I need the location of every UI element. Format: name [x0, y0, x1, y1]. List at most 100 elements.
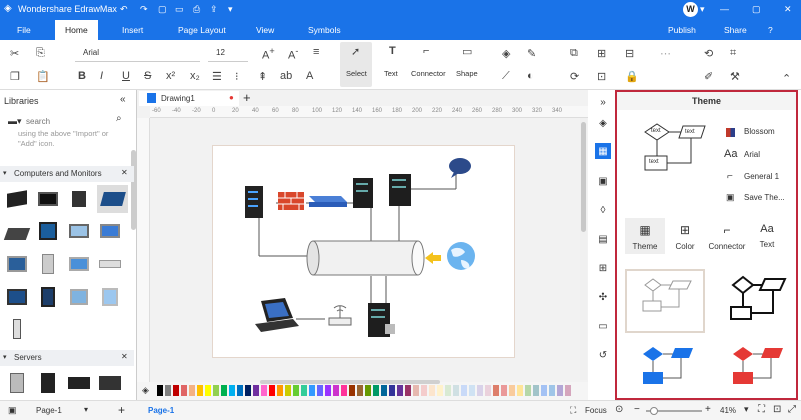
- computer-shape[interactable]: [4, 286, 29, 308]
- minimize-button[interactable]: —: [720, 4, 729, 14]
- server-shape[interactable]: [4, 372, 29, 394]
- color-swatch[interactable]: [349, 385, 355, 396]
- add-tab-button[interactable]: +: [243, 90, 251, 105]
- color-swatch[interactable]: [429, 385, 435, 396]
- text-tool[interactable]: T Text: [378, 42, 410, 87]
- color-swatch[interactable]: [197, 385, 203, 396]
- color-swatch[interactable]: [277, 385, 283, 396]
- color-swatch[interactable]: [181, 385, 187, 396]
- italic-icon[interactable]: I: [100, 70, 103, 82]
- zoom-menu-icon[interactable]: ▾: [744, 404, 749, 415]
- paste-icon[interactable]: 📋: [36, 70, 50, 83]
- size-icon[interactable]: ⋯: [660, 47, 671, 60]
- color-swatch[interactable]: [261, 385, 267, 396]
- color-swatch[interactable]: [309, 385, 315, 396]
- color-swatch[interactable]: [165, 385, 171, 396]
- color-swatch[interactable]: [373, 385, 379, 396]
- computer-shape[interactable]: [97, 220, 122, 242]
- increase-font-icon[interactable]: A+: [262, 46, 275, 62]
- close-button[interactable]: ✕: [784, 4, 792, 15]
- layers-icon[interactable]: ◊: [595, 202, 611, 218]
- search-icon[interactable]: ⌕: [116, 113, 122, 124]
- color-swatch[interactable]: [173, 385, 179, 396]
- theme-card-red[interactable]: [713, 342, 793, 397]
- align-objects-icon[interactable]: ⊟: [625, 47, 634, 60]
- line-color-icon[interactable]: ✎: [527, 47, 536, 60]
- page-layout-icon[interactable]: ▣: [8, 405, 17, 416]
- zoom-slider[interactable]: [646, 407, 702, 415]
- edit-icon[interactable]: ✐: [704, 70, 713, 83]
- computer-shape[interactable]: [97, 253, 122, 275]
- theme-option-blossom[interactable]: Blossom: [724, 127, 794, 139]
- focus-button[interactable]: Focus: [585, 406, 607, 415]
- maximize-button[interactable]: ▢: [752, 4, 761, 15]
- arrange-icon[interactable]: ⧉: [570, 47, 578, 60]
- computer-shape[interactable]: [35, 286, 60, 308]
- color-swatch[interactable]: [253, 385, 259, 396]
- color-swatch[interactable]: [461, 385, 467, 396]
- color-swatch[interactable]: [221, 385, 227, 396]
- history-icon[interactable]: ↺: [595, 347, 611, 363]
- more-icon[interactable]: ▾: [228, 4, 233, 15]
- library-search-input[interactable]: [26, 114, 112, 128]
- collapse-ribbon-icon[interactable]: ⌃: [782, 72, 791, 85]
- computer-shape[interactable]: [97, 286, 122, 308]
- font-color-icon[interactable]: A: [306, 70, 313, 82]
- superscript-icon[interactable]: x²: [166, 70, 175, 82]
- menu-page-layout[interactable]: Page Layout: [178, 25, 226, 35]
- strikethrough-icon[interactable]: S: [144, 70, 151, 82]
- tab-connector[interactable]: ⌐ Connector: [706, 220, 748, 251]
- presentation-icon[interactable]: ▭: [595, 318, 611, 334]
- color-swatch[interactable]: [325, 385, 331, 396]
- color-swatch[interactable]: [485, 385, 491, 396]
- color-swatch[interactable]: [541, 385, 547, 396]
- computer-shape[interactable]: [4, 318, 29, 340]
- mind-map-icon[interactable]: ✣: [595, 289, 611, 305]
- color-swatch[interactable]: [469, 385, 475, 396]
- publish-button[interactable]: Publish: [668, 25, 696, 35]
- color-swatch[interactable]: [317, 385, 323, 396]
- menu-home[interactable]: Home: [55, 20, 98, 40]
- menu-file[interactable]: File: [17, 25, 31, 35]
- color-swatch[interactable]: [341, 385, 347, 396]
- add-page-button[interactable]: +: [118, 403, 125, 417]
- color-swatch[interactable]: [453, 385, 459, 396]
- color-swatch[interactable]: [413, 385, 419, 396]
- open-folder-icon[interactable]: ▭: [175, 4, 184, 15]
- fill-icon[interactable]: ◈: [595, 115, 611, 131]
- line-spacing-icon[interactable]: ☰: [212, 70, 222, 83]
- replace-icon[interactable]: ⟲: [704, 47, 713, 60]
- color-swatch[interactable]: [557, 385, 563, 396]
- computer-shape-selected[interactable]: [97, 185, 128, 213]
- bullet-list-icon[interactable]: ⁝: [235, 70, 239, 83]
- color-swatch[interactable]: [269, 385, 275, 396]
- focus-icon[interactable]: ⛶: [570, 405, 576, 416]
- color-swatch[interactable]: [397, 385, 403, 396]
- numbered-list-icon[interactable]: ⇞: [258, 70, 267, 83]
- color-swatch[interactable]: [501, 385, 507, 396]
- undo-icon[interactable]: ↶: [120, 4, 128, 15]
- color-swatch[interactable]: [357, 385, 363, 396]
- lock-icon[interactable]: 🔒: [625, 70, 639, 83]
- close-section-icon[interactable]: ✕: [121, 168, 128, 177]
- font-family-select[interactable]: Arial: [75, 48, 200, 62]
- theme-card-outline[interactable]: [625, 269, 705, 333]
- text-case-icon[interactable]: ab: [280, 70, 292, 82]
- tab-color[interactable]: ⊞ Color: [665, 220, 705, 251]
- avatar[interactable]: W: [683, 2, 698, 17]
- expand-panel-icon[interactable]: »: [595, 94, 611, 110]
- group-icon[interactable]: ⊞: [597, 47, 606, 60]
- connector-tool[interactable]: ⌐ Connector: [408, 42, 450, 87]
- decrease-font-icon[interactable]: A-: [288, 46, 298, 62]
- theme-card-bold[interactable]: [713, 269, 793, 333]
- color-swatch[interactable]: [205, 385, 211, 396]
- computer-shape[interactable]: [66, 188, 91, 210]
- color-swatch[interactable]: [229, 385, 235, 396]
- color-swatch[interactable]: [421, 385, 427, 396]
- color-swatch[interactable]: [213, 385, 219, 396]
- tab-text[interactable]: Aa Text: [747, 220, 787, 249]
- computer-shape[interactable]: [3, 223, 30, 245]
- theme-grid-icon[interactable]: ▦: [595, 143, 611, 159]
- server-shape[interactable]: [66, 372, 91, 394]
- section-computers-monitors[interactable]: Computers and Monitors ▾ ✕: [0, 166, 134, 182]
